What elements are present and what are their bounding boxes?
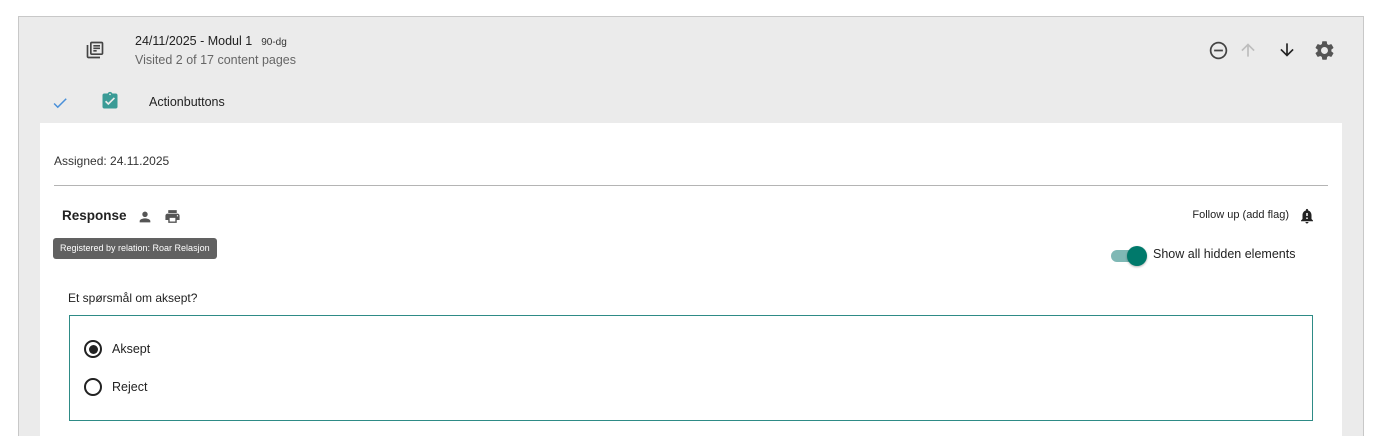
bell-alert-icon[interactable]: [1298, 207, 1316, 230]
print-icon[interactable]: [164, 208, 181, 230]
option-aksept[interactable]: Aksept: [84, 340, 150, 358]
divider: [54, 185, 1328, 186]
module-card: 24/11/2025 - Modul 1 90-dg Visited 2 of 1…: [18, 16, 1364, 436]
person-icon: [137, 209, 153, 230]
content-panel: Assigned: 24.11.2025 Response Registered…: [40, 123, 1342, 436]
follow-up-button[interactable]: Follow up (add flag): [1192, 209, 1289, 221]
check-icon: [51, 94, 69, 117]
assigned-date: Assigned: 24.11.2025: [54, 154, 170, 168]
toggle-thumb: [1127, 246, 1147, 266]
clipboard-check-icon: [100, 91, 120, 116]
option-label: Aksept: [112, 342, 151, 356]
settings-button[interactable]: [1312, 38, 1336, 62]
library-books-icon: [85, 40, 105, 60]
section-label: Actionbuttons: [149, 95, 225, 109]
response-title: Response: [62, 208, 127, 223]
radio-dot: [88, 344, 98, 354]
relation-tooltip: Registered by relation: Roar Relasjon: [53, 238, 217, 259]
arrow-up-icon: [1241, 43, 1255, 57]
question-text: Et spørsmål om aksept?: [68, 291, 198, 305]
move-down-button[interactable]: [1275, 38, 1299, 62]
option-reject[interactable]: Reject: [84, 378, 147, 396]
module-title: 24/11/2025 - Modul 1 90-dg: [135, 34, 287, 48]
module-progress-text: Visited 2 of 17 content pages: [135, 53, 296, 67]
answer-options: Aksept Reject: [69, 315, 1313, 421]
move-up-button[interactable]: [1236, 38, 1260, 62]
show-hidden-toggle[interactable]: [1111, 246, 1147, 266]
option-label: Reject: [112, 380, 148, 394]
collapse-button[interactable]: [1206, 38, 1230, 62]
gear-icon: [1315, 40, 1333, 60]
minus-circle-icon: [1209, 41, 1227, 59]
radio-unselected[interactable]: [84, 378, 102, 396]
show-hidden-label: Show all hidden elements: [1153, 247, 1296, 261]
module-tag: 90-dg: [261, 37, 287, 48]
radio-selected[interactable]: [84, 340, 102, 358]
module-title-text: 24/11/2025 - Modul 1: [135, 34, 253, 48]
arrow-down-icon: [1280, 43, 1294, 57]
